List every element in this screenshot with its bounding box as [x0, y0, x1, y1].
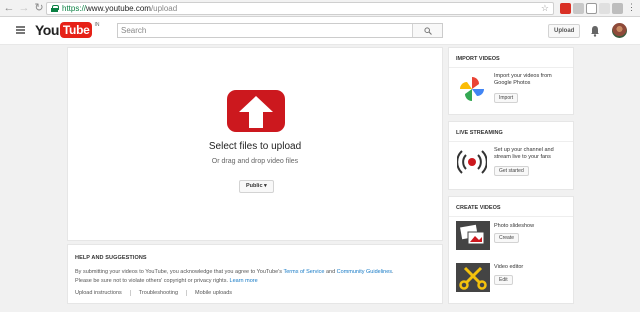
create-title: CREATE VIDEOS [456, 205, 501, 211]
edit-video-button[interactable]: Edit [494, 275, 513, 285]
help-section: HELP AND SUGGESTIONS By submitting your … [67, 244, 443, 304]
terms-prefix: By submitting your videos to YouTube, yo… [75, 269, 284, 275]
copyright-text: Please be sure not to violate others' co… [75, 278, 230, 284]
search-icon [424, 27, 432, 35]
browser-toolbar: ← → ↻ https:// www.youtube.com /upload ☆… [0, 0, 640, 17]
create-videos-card: CREATE VIDEOS Photo slideshow Create Vid… [448, 196, 574, 304]
extension-gray-icon[interactable] [573, 3, 584, 14]
scissors-icon [459, 266, 487, 290]
logo-you-text: You [35, 22, 59, 38]
community-guidelines-link[interactable]: Community Guidelines [337, 269, 392, 275]
youtube-logo[interactable]: You Tube IN [35, 22, 99, 38]
forward-icon[interactable]: → [18, 2, 30, 14]
video-editor-thumbnail[interactable] [456, 263, 490, 292]
divider [449, 216, 573, 217]
url-host: www.youtube.com [86, 4, 151, 13]
help-text-line2: Please be sure not to violate others' co… [75, 278, 258, 284]
notifications-bell-icon[interactable] [590, 25, 600, 37]
browser-menu-icon[interactable]: ⋮ [627, 2, 636, 13]
privacy-value: Public [246, 183, 263, 189]
mobile-uploads-link[interactable]: Mobile uploads [186, 290, 240, 296]
create-slideshow-button[interactable]: Create [494, 233, 520, 243]
upload-button[interactable]: Upload [548, 24, 581, 38]
import-button[interactable]: Import [494, 93, 519, 103]
url-path: /upload [150, 4, 178, 13]
import-videos-card: IMPORT VIDEOS Import your videos from Go… [448, 47, 574, 115]
photo-slideshow-label: Photo slideshow [494, 223, 535, 229]
avatar[interactable] [612, 23, 627, 38]
bookmark-star-icon[interactable]: ☆ [541, 3, 549, 14]
import-title: IMPORT VIDEOS [456, 56, 500, 62]
troubleshooting-link[interactable]: Troubleshooting [129, 290, 186, 296]
back-icon[interactable]: ← [3, 2, 15, 14]
extension-square-icon[interactable] [586, 3, 597, 14]
drag-drop-hint: Or drag and drop video files [211, 158, 299, 165]
google-photos-icon [460, 77, 484, 101]
help-text-line1: By submitting your videos to YouTube, yo… [75, 269, 394, 275]
search-button[interactable] [412, 24, 442, 37]
select-files-title: Select files to upload [208, 141, 302, 152]
help-links: Upload instructions Troubleshooting Mobi… [75, 290, 240, 296]
search-box [117, 23, 443, 38]
lock-icon [51, 5, 59, 12]
help-title: HELP AND SUGGESTIONS [75, 255, 147, 261]
dropdown-caret-icon: ▾ [264, 183, 267, 189]
video-editor-label: Video editor [494, 264, 524, 270]
extension-red-icon[interactable] [560, 3, 571, 14]
import-desc-line1: Import your videos from [494, 73, 552, 79]
reload-icon[interactable]: ↻ [33, 2, 45, 14]
logo-tube-text: Tube [59, 22, 93, 38]
live-title: LIVE STREAMING [456, 130, 503, 136]
upload-arrow-icon[interactable] [227, 90, 285, 132]
divider [449, 141, 573, 142]
privacy-dropdown[interactable]: Public ▾ [239, 180, 274, 193]
address-bar[interactable]: https:// www.youtube.com /upload ☆ [46, 2, 554, 15]
extension-mail-icon[interactable] [599, 3, 610, 14]
terms-and: and [324, 269, 337, 275]
live-desc-line1: Set up your channel and [494, 147, 554, 153]
upload-instructions-link[interactable]: Upload instructions [75, 290, 130, 296]
photo-slideshow-thumbnail[interactable] [456, 221, 490, 250]
live-broadcast-icon [457, 150, 487, 174]
search-input[interactable] [118, 24, 412, 37]
learn-more-link[interactable]: Learn more [230, 278, 258, 284]
guide-menu-icon[interactable] [16, 26, 25, 34]
terms-suffix: . [392, 269, 394, 275]
youtube-header: You Tube IN Upload [0, 17, 640, 45]
extension-camera-icon[interactable] [612, 3, 623, 14]
import-desc-line2: Google Photos [494, 80, 531, 86]
get-started-button[interactable]: Get started [494, 166, 529, 176]
upload-area[interactable]: Select files to upload Or drag and drop … [67, 47, 443, 241]
divider [449, 67, 573, 68]
live-desc-line2: stream live to your fans [494, 154, 551, 160]
slideshow-icon [460, 224, 485, 245]
live-streaming-card: LIVE STREAMING Set up your channel and s… [448, 121, 574, 190]
logo-region: IN [94, 22, 100, 28]
terms-of-service-link[interactable]: Terms of Service [283, 269, 324, 275]
url-scheme: https:// [62, 4, 87, 13]
